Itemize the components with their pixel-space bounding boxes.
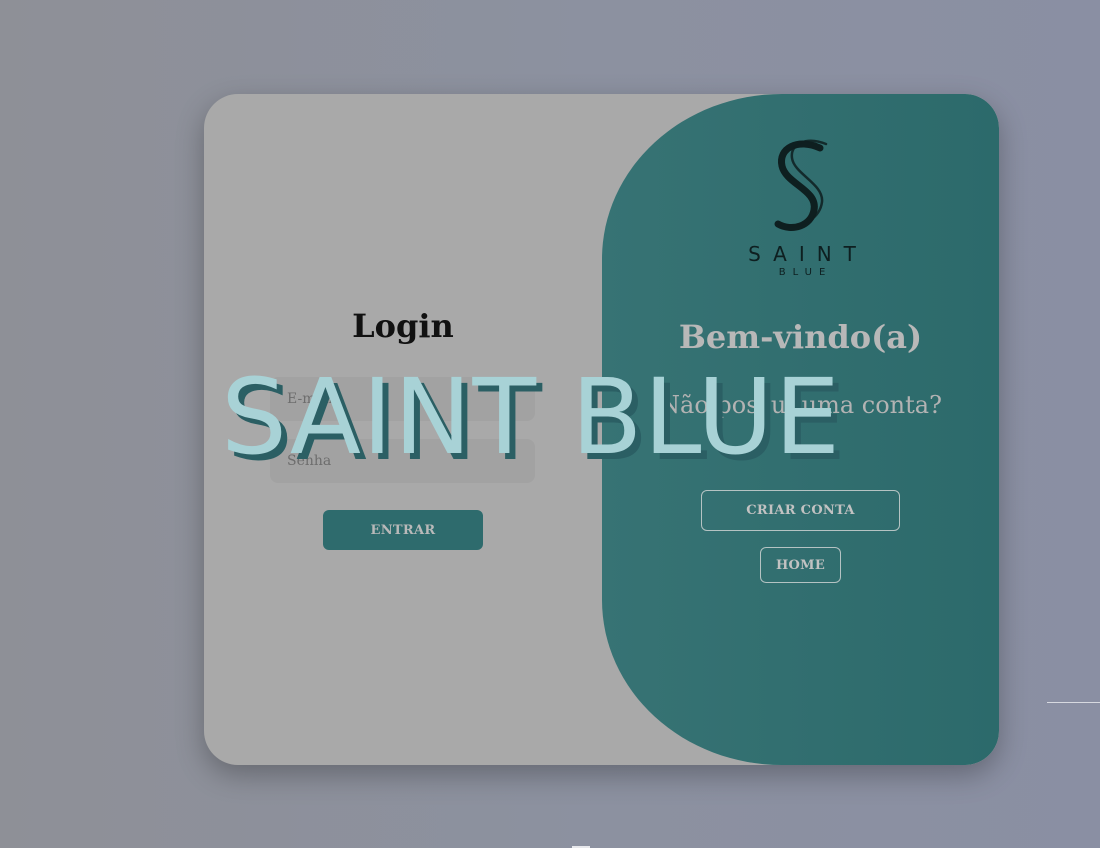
brand-logo: SAINT BLUE <box>732 138 872 283</box>
create-account-button[interactable]: CRIAR CONTA <box>701 490 900 531</box>
login-button[interactable]: ENTRAR <box>323 510 483 550</box>
logo-wordmark: SAINT <box>748 242 868 266</box>
login-panel: Login ENTRAR <box>204 94 602 765</box>
password-field[interactable] <box>270 439 535 483</box>
decorative-line <box>1047 702 1100 703</box>
login-card: Login ENTRAR SAINT BLUE Bem-vindo(a) Não… <box>204 94 999 765</box>
email-field[interactable] <box>270 377 535 421</box>
login-title: Login <box>352 307 454 345</box>
saint-blue-s-logo-icon <box>774 139 828 231</box>
logo-subword: BLUE <box>778 267 833 278</box>
no-account-question: Não possui uma conta? <box>659 391 942 419</box>
welcome-panel: SAINT BLUE Bem-vindo(a) Não possui uma c… <box>602 94 999 765</box>
welcome-title: Bem-vindo(a) <box>678 318 923 356</box>
home-button[interactable]: HOME <box>760 547 841 583</box>
